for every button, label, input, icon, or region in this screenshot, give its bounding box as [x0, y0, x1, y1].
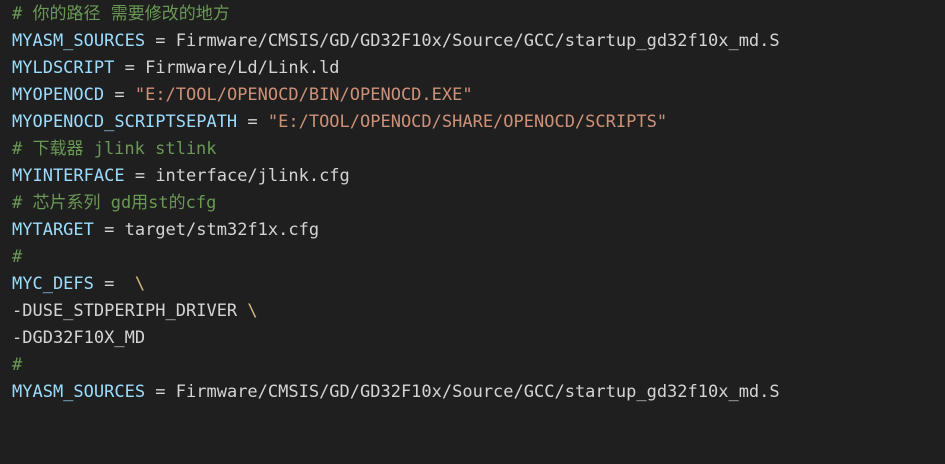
comment: # 芯片系列 gd用st的cfg — [12, 193, 217, 213]
line-continuation: \ — [247, 301, 258, 321]
variable-name: MYTARGET — [12, 220, 94, 240]
code-line-14[interactable]: # — [0, 352, 945, 379]
code-line-4[interactable]: MYOPENOCD = "E:/TOOL/OPENOCD/BIN/OPENOCD… — [0, 82, 945, 109]
variable-name: MYASM_SOURCES — [12, 382, 146, 402]
comment: # — [12, 247, 23, 267]
code-line-12[interactable]: -DUSE_STDPERIPH_DRIVER \ — [0, 298, 945, 325]
comment: # 下载器 jlink stlink — [12, 139, 217, 159]
variable-name: MYOPENOCD_SCRIPTSEPATH — [12, 112, 238, 132]
code-line-13[interactable]: -DGD32F10X_MD — [0, 325, 945, 352]
variable-name: MYASM_SOURCES — [12, 31, 146, 51]
define-flag: -DGD32F10X_MD — [12, 328, 146, 348]
code-line-2[interactable]: MYASM_SOURCES = Firmware/CMSIS/GD/GD32F1… — [0, 28, 945, 55]
assignment-operator: = — [145, 382, 176, 402]
variable-name: MYC_DEFS — [12, 274, 94, 294]
code-editor[interactable]: # 你的路径 需要修改的地方 MYASM_SOURCES = Firmware/… — [0, 0, 945, 464]
assignment-operator: = — [237, 112, 268, 132]
assignment-operator: = — [104, 85, 135, 105]
variable-value: Firmware/CMSIS/GD/GD32F10x/Source/GCC/st… — [175, 382, 780, 402]
code-line-1[interactable]: # 你的路径 需要修改的地方 — [0, 1, 945, 28]
comment: # — [12, 355, 23, 375]
code-line-3[interactable]: MYLDSCRIPT = Firmware/Ld/Link.ld — [0, 55, 945, 82]
line-continuation: \ — [134, 274, 146, 294]
variable-value: Firmware/CMSIS/GD/GD32F10x/Source/GCC/st… — [175, 31, 780, 51]
assignment-operator: = — [93, 274, 135, 294]
assignment-operator: = — [124, 166, 156, 186]
variable-value: target/stm32f1x.cfg — [124, 220, 320, 240]
code-line-11[interactable]: MYC_DEFS = \ — [0, 271, 945, 298]
assignment-operator: = — [93, 220, 125, 240]
assignment-operator: = — [145, 31, 176, 51]
assignment-operator: = — [114, 58, 146, 78]
code-line-15[interactable]: MYASM_SOURCES = Firmware/CMSIS/GD/GD32F1… — [0, 379, 945, 406]
code-line-7[interactable]: MYINTERFACE = interface/jlink.cfg — [0, 163, 945, 190]
string-value: "E:/TOOL/OPENOCD/BIN/OPENOCD.EXE" — [134, 85, 473, 105]
code-line-8[interactable]: # 芯片系列 gd用st的cfg — [0, 190, 945, 217]
string-value: "E:/TOOL/OPENOCD/SHARE/OPENOCD/SCRIPTS" — [267, 112, 668, 132]
code-line-5[interactable]: MYOPENOCD_SCRIPTSEPATH = "E:/TOOL/OPENOC… — [0, 109, 945, 136]
code-line-6[interactable]: # 下载器 jlink stlink — [0, 136, 945, 163]
variable-name: MYOPENOCD — [12, 85, 105, 105]
variable-name: MYINTERFACE — [12, 166, 125, 186]
variable-value: interface/jlink.cfg — [155, 166, 350, 186]
define-flag: -DUSE_STDPERIPH_DRIVER — [12, 301, 248, 321]
comment: # 你的路径 需要修改的地方 — [12, 4, 230, 24]
code-line-9[interactable]: MYTARGET = target/stm32f1x.cfg — [0, 217, 945, 244]
variable-name: MYLDSCRIPT — [12, 58, 115, 78]
code-line-10[interactable]: # — [0, 244, 945, 271]
variable-value: Firmware/Ld/Link.ld — [145, 58, 340, 78]
